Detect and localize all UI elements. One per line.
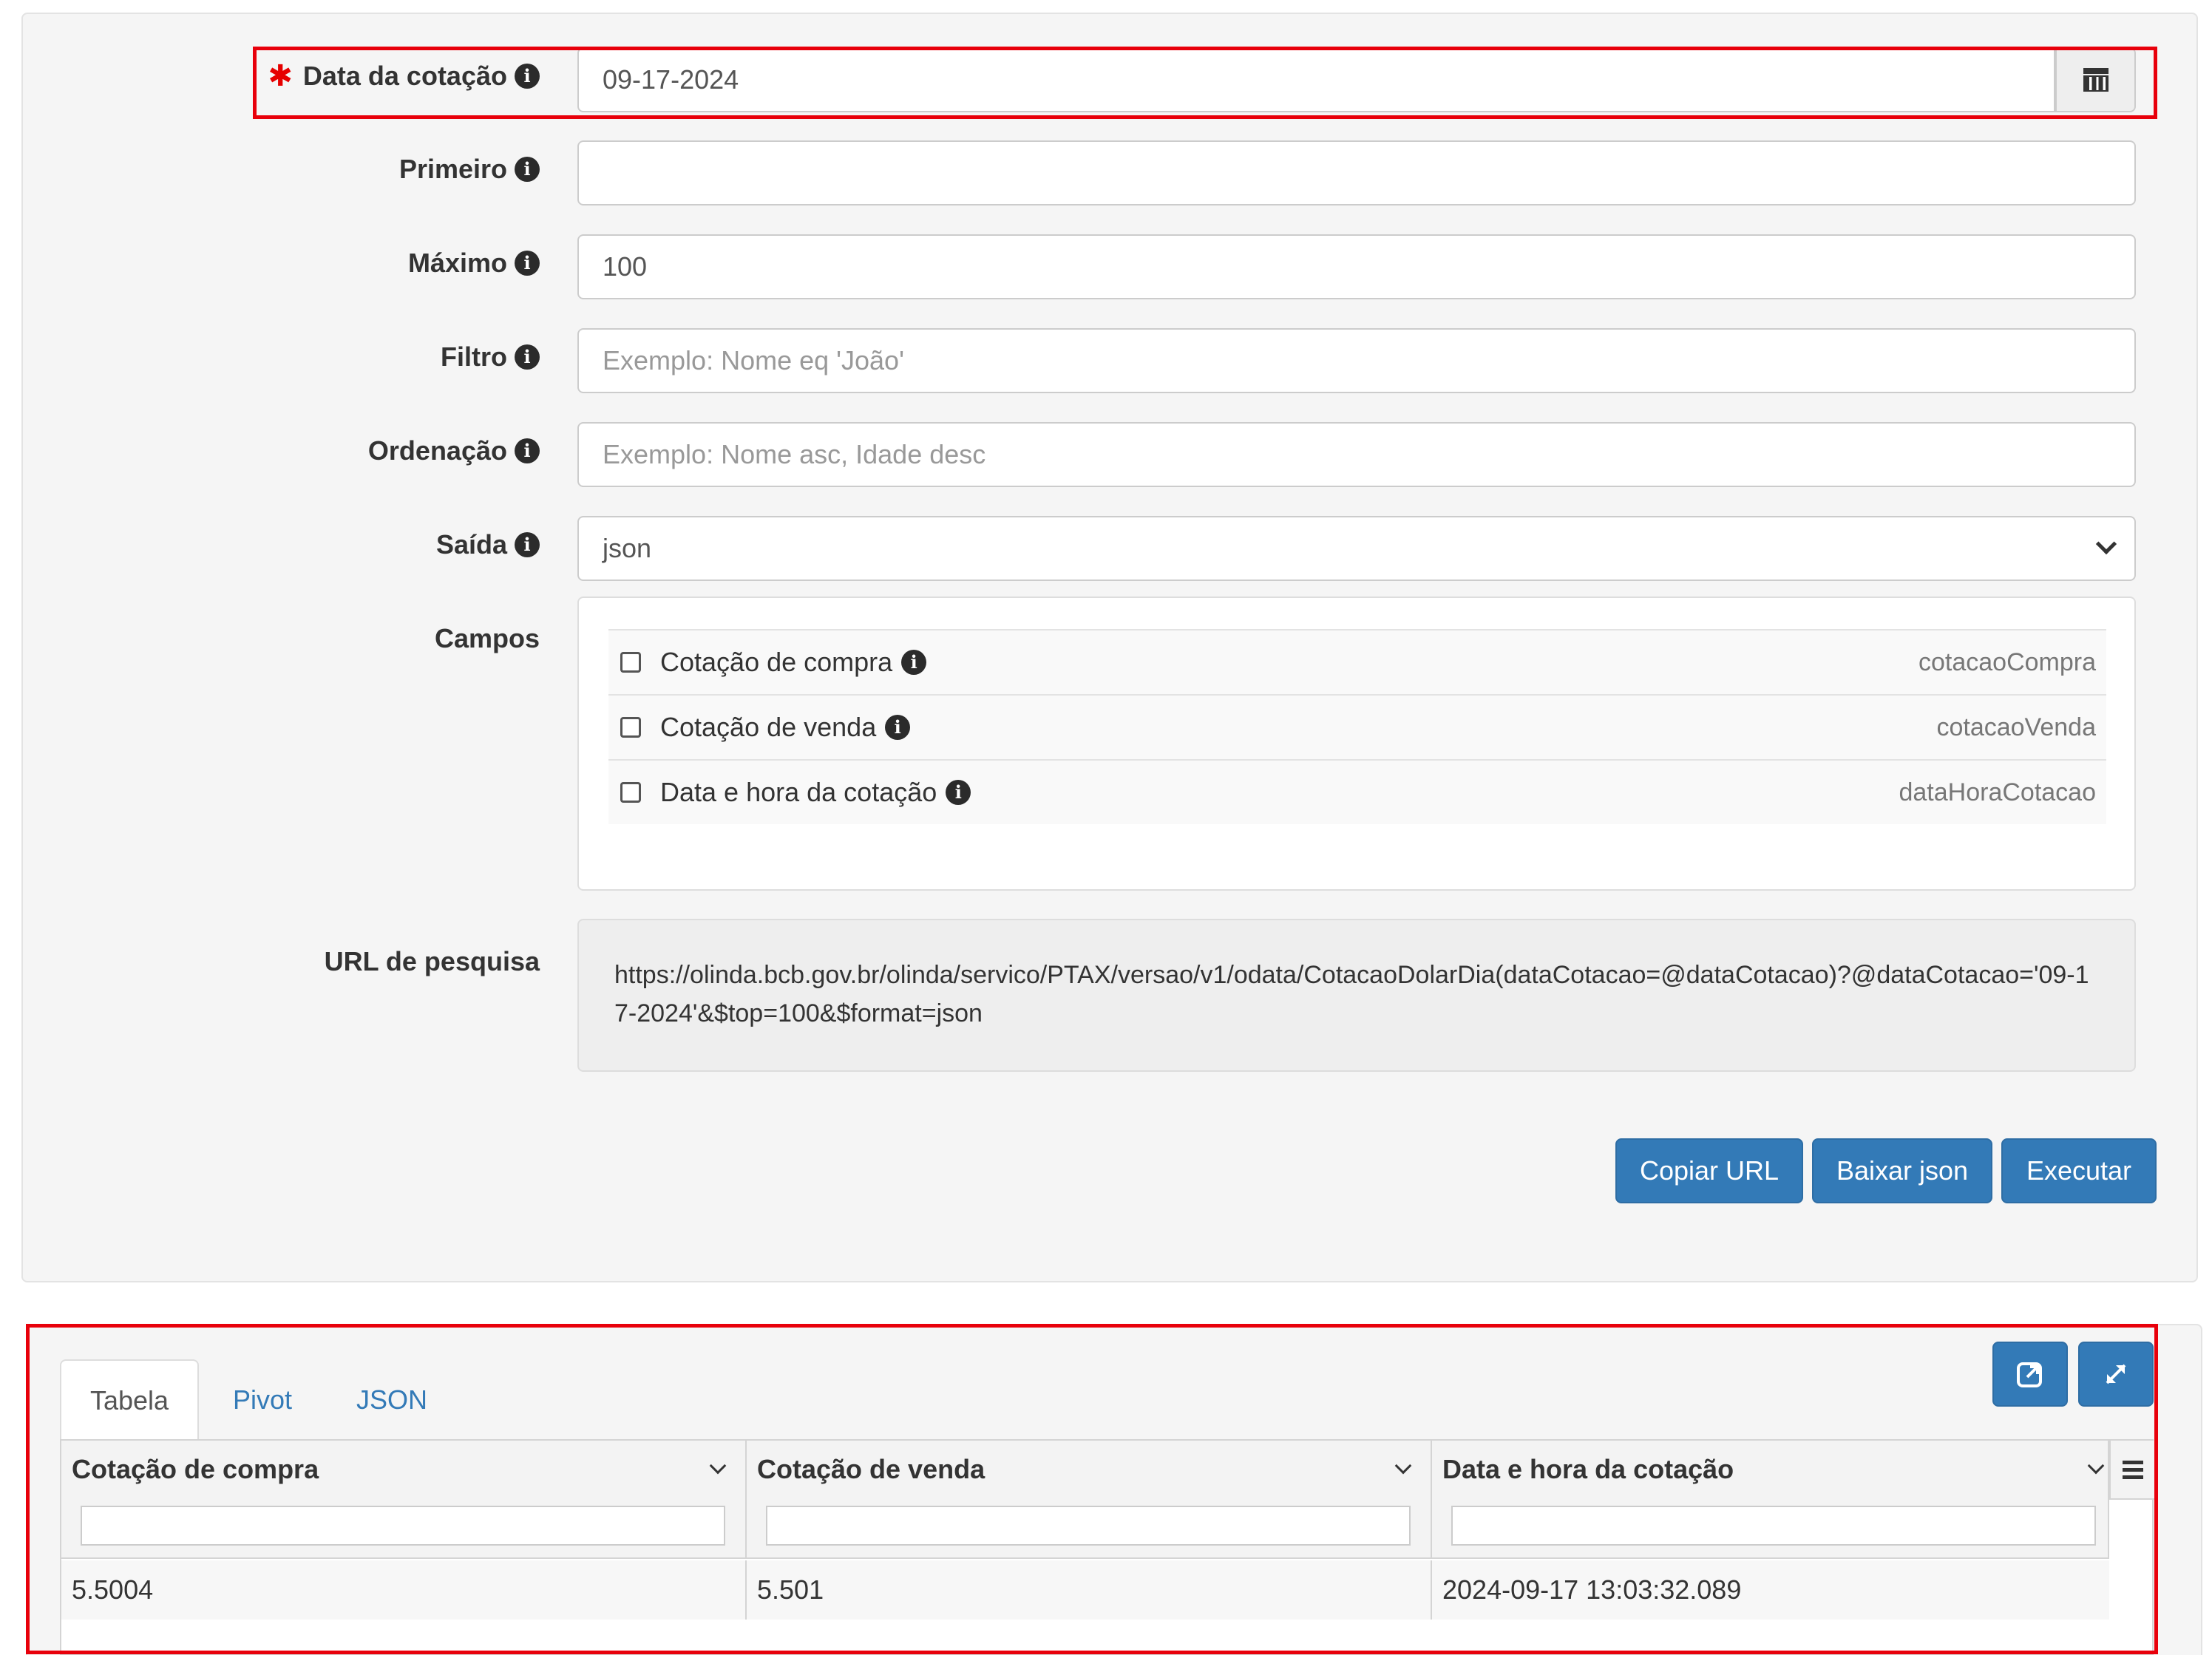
column-header-cotacao-venda[interactable]: Cotação de venda bbox=[747, 1441, 1432, 1559]
field-row-data-hora[interactable]: Data e hora da cotação i dataHoraCotacao bbox=[608, 759, 2106, 824]
field-key: cotacaoCompra bbox=[1918, 648, 2096, 676]
ordenacao-input[interactable]: Exemplo: Nome asc, Idade desc bbox=[577, 422, 2136, 487]
field-label: Data e hora da cotação bbox=[660, 777, 937, 807]
info-icon[interactable]: i bbox=[885, 715, 911, 740]
results-grid: Cotação de compra Cotação de venda Data … bbox=[60, 1439, 2155, 1655]
primeiro-label-text: Primeiro bbox=[398, 154, 507, 184]
saida-label: Saída i bbox=[436, 529, 540, 560]
filtro-label-text: Filtro bbox=[441, 341, 507, 372]
table-cell: 5.5004 bbox=[61, 1560, 747, 1620]
campos-label: Campos bbox=[435, 623, 540, 654]
primeiro-label: Primeiro i bbox=[399, 154, 540, 185]
campos-list: Cotação de compra i cotacaoCompra Cotaçã… bbox=[577, 597, 2136, 891]
field-key: cotacaoVenda bbox=[1936, 713, 2096, 741]
column-title: Cotação de compra bbox=[72, 1454, 319, 1484]
info-icon[interactable]: i bbox=[515, 64, 540, 89]
date-input[interactable]: 09-17-2024 bbox=[577, 47, 2055, 112]
column-title: Data e hora da cotação bbox=[1442, 1454, 1734, 1484]
ordenacao-label-text: Ordenação bbox=[367, 435, 507, 466]
filtro-input[interactable]: Exemplo: Nome eq 'João' bbox=[577, 328, 2136, 393]
expand-icon bbox=[2106, 1364, 2126, 1384]
column-filter-input[interactable] bbox=[766, 1506, 1411, 1546]
info-icon[interactable]: i bbox=[515, 532, 540, 557]
column-title: Cotação de venda bbox=[757, 1454, 985, 1484]
external-link-icon bbox=[2017, 1362, 2042, 1387]
url-label-text: URL de pesquisa bbox=[324, 946, 540, 976]
tab-tabela[interactable]: Tabela bbox=[60, 1359, 199, 1441]
required-marker: ✱ bbox=[268, 60, 293, 92]
maximo-label: Máximo i bbox=[408, 248, 540, 279]
execute-button[interactable]: Executar bbox=[2001, 1138, 2157, 1203]
column-header-data-hora[interactable]: Data e hora da cotação bbox=[1432, 1441, 2109, 1559]
maximo-input[interactable]: 100 bbox=[577, 234, 2136, 299]
date-label-text: Data da cotação bbox=[302, 61, 507, 91]
url-display[interactable]: https://olinda.bcb.gov.br/olinda/servico… bbox=[577, 919, 2136, 1072]
campos-label-text: Campos bbox=[434, 623, 540, 653]
info-icon[interactable]: i bbox=[901, 650, 927, 675]
field-row-cotacao-venda[interactable]: Cotação de venda i cotacaoVenda bbox=[608, 694, 2106, 759]
grid-menu-button[interactable] bbox=[2109, 1441, 2155, 1500]
date-label: ✱ Data da cotação i bbox=[268, 61, 540, 92]
chevron-down-icon bbox=[2095, 533, 2117, 555]
table-cell: 2024-09-17 13:03:32.089 bbox=[1432, 1560, 2109, 1620]
saida-select[interactable]: json bbox=[577, 516, 2136, 581]
info-icon[interactable]: i bbox=[515, 344, 540, 370]
primeiro-input[interactable] bbox=[577, 140, 2136, 205]
field-label: Cotação de venda bbox=[660, 712, 877, 742]
field-label: Cotação de compra bbox=[660, 647, 893, 677]
saida-label-text: Saída bbox=[435, 529, 507, 560]
url-label: URL de pesquisa bbox=[325, 946, 540, 977]
calendar-icon bbox=[2083, 68, 2108, 92]
info-icon[interactable]: i bbox=[946, 780, 971, 805]
copy-url-button[interactable]: Copiar URL bbox=[1615, 1138, 1803, 1203]
column-header-cotacao-compra[interactable]: Cotação de compra bbox=[61, 1441, 747, 1559]
column-filter-input[interactable] bbox=[81, 1506, 725, 1546]
table-cell: 5.501 bbox=[747, 1560, 1432, 1620]
open-external-button[interactable] bbox=[1992, 1342, 2068, 1407]
info-icon[interactable]: i bbox=[515, 438, 540, 463]
maximo-label-text: Máximo bbox=[407, 248, 507, 278]
expand-button[interactable] bbox=[2078, 1342, 2154, 1407]
tab-json[interactable]: JSON bbox=[325, 1359, 458, 1441]
field-row-cotacao-compra[interactable]: Cotação de compra i cotacaoCompra bbox=[608, 629, 2106, 694]
info-icon[interactable]: i bbox=[515, 157, 540, 182]
chevron-down-icon[interactable] bbox=[2087, 1457, 2105, 1475]
chevron-down-icon[interactable] bbox=[1394, 1457, 1412, 1475]
tab-pivot[interactable]: Pivot bbox=[214, 1359, 311, 1441]
field-key: dataHoraCotacao bbox=[1899, 778, 2096, 806]
checkbox[interactable] bbox=[620, 782, 641, 803]
column-filter-input[interactable] bbox=[1451, 1506, 2096, 1546]
info-icon[interactable]: i bbox=[515, 251, 540, 276]
filtro-label: Filtro i bbox=[441, 341, 540, 373]
download-json-button[interactable]: Baixar json bbox=[1812, 1138, 1992, 1203]
calendar-button[interactable] bbox=[2055, 47, 2136, 112]
checkbox[interactable] bbox=[620, 652, 641, 673]
ordenacao-label: Ordenação i bbox=[368, 435, 540, 466]
checkbox[interactable] bbox=[620, 717, 641, 738]
chevron-down-icon[interactable] bbox=[709, 1457, 727, 1475]
saida-select-value: json bbox=[603, 533, 652, 563]
